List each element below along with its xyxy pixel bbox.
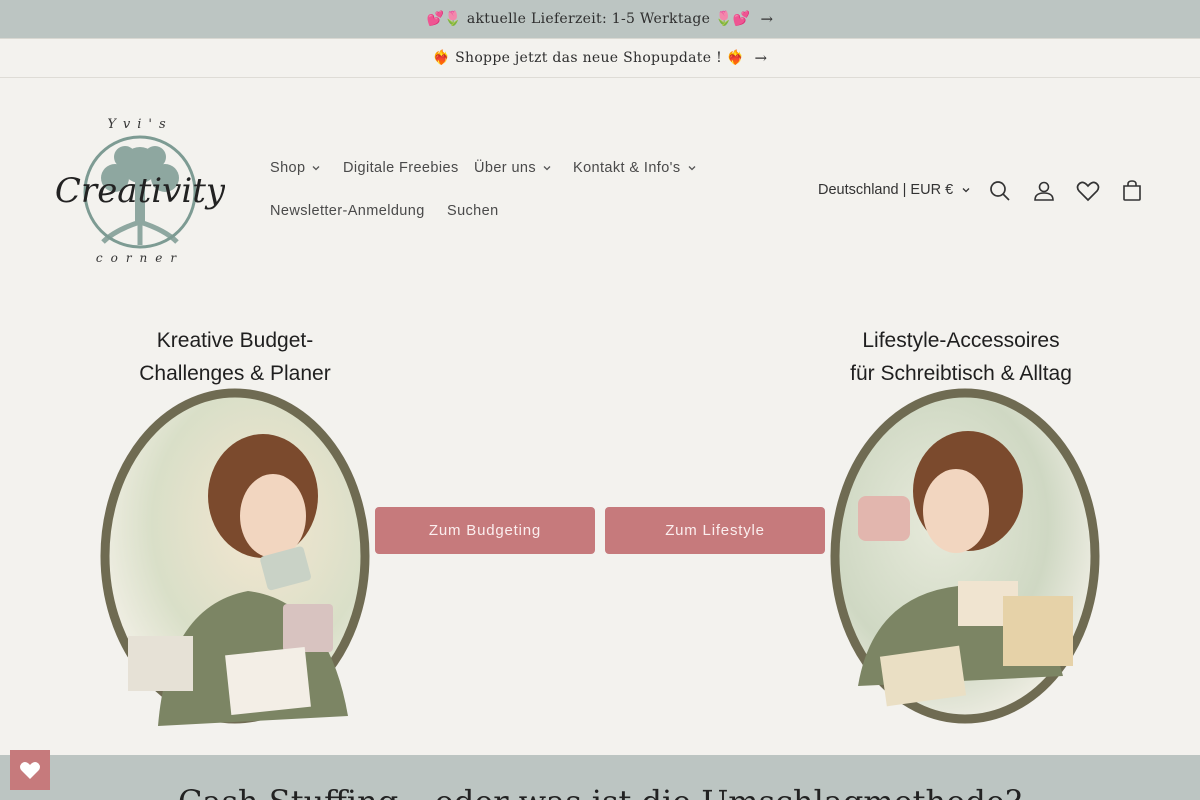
locale-selector[interactable]: Deutschland | EUR € — [818, 182, 971, 198]
chevron-down-icon — [962, 188, 970, 193]
nav-ueber-uns[interactable]: Über uns — [474, 160, 552, 176]
heart-icon — [20, 762, 40, 779]
nav-label: Suchen — [447, 203, 499, 219]
button-label: Zum Lifestyle — [665, 522, 765, 539]
nav-label: Shop — [270, 160, 306, 176]
announcement-text: ❤️‍🔥 Shoppe jetzt das neue Shopupdate ! … — [432, 50, 745, 66]
nav-label: Kontakt & Info's — [573, 160, 681, 176]
zum-budgeting-button[interactable]: Zum Budgeting — [375, 507, 595, 554]
chevron-down-icon — [313, 166, 320, 171]
section-heading: Cash Stuffing – oder was ist die Umschla… — [0, 783, 1200, 800]
button-label: Zum Budgeting — [428, 522, 542, 539]
nav-suchen[interactable]: Suchen — [447, 203, 499, 219]
section-cash-stuffing: Cash Stuffing – oder was ist die Umschla… — [0, 755, 1200, 800]
announcement-bar-2[interactable]: ❤️‍🔥 Shoppe jetzt das neue Shopupdate ! … — [0, 38, 1200, 78]
hero-right-image[interactable] — [828, 386, 1102, 732]
hero-left-title: Kreative Budget- Challenges & Planer — [100, 324, 370, 390]
logo-bottom-text: corner — [96, 251, 184, 265]
nav-newsletter[interactable]: Newsletter-Anmeldung — [270, 203, 425, 219]
nav-label: Newsletter-Anmeldung — [270, 203, 425, 219]
search-icon[interactable] — [987, 178, 1013, 204]
nav-label: Über uns — [474, 160, 537, 176]
hero-left-image[interactable] — [98, 386, 372, 732]
locale-label: Deutschland | EUR € — [818, 182, 954, 198]
hero-right-title: Lifestyle-Accessoires für Schreibtisch &… — [826, 324, 1096, 390]
arrow-right-icon[interactable]: → — [760, 10, 773, 28]
cart-icon[interactable] — [1119, 178, 1145, 204]
store-logo[interactable]: Yvi's Creativity corner — [55, 110, 226, 270]
account-icon[interactable] — [1031, 178, 1057, 204]
logo-script-text: Creativity — [55, 171, 225, 211]
nav-label: Digitale Freebies — [343, 160, 459, 176]
announcement-bar-1[interactable]: 💕🌷 aktuelle Lieferzeit: 1-5 Werktage 🌷💕 … — [0, 0, 1200, 38]
arrow-right-icon[interactable]: → — [754, 49, 767, 67]
wishlist-floating-button[interactable] — [10, 750, 50, 790]
hero-right-title-line1: Lifestyle-Accessoires — [862, 329, 1060, 352]
logo-top-text: Yvi's — [107, 117, 172, 132]
announcement-text: 💕🌷 aktuelle Lieferzeit: 1-5 Werktage 🌷💕 — [426, 11, 751, 27]
chevron-down-icon — [688, 166, 695, 171]
heart-icon[interactable] — [1075, 178, 1101, 204]
hero-left-title-line1: Kreative Budget- — [156, 329, 314, 352]
nav-digitale-freebies[interactable]: Digitale Freebies — [343, 160, 459, 176]
chevron-down-icon — [543, 166, 551, 171]
zum-lifestyle-button[interactable]: Zum Lifestyle — [605, 507, 825, 554]
nav-shop[interactable]: Shop — [270, 160, 321, 176]
nav-kontakt-infos[interactable]: Kontakt & Info's — [573, 160, 697, 176]
